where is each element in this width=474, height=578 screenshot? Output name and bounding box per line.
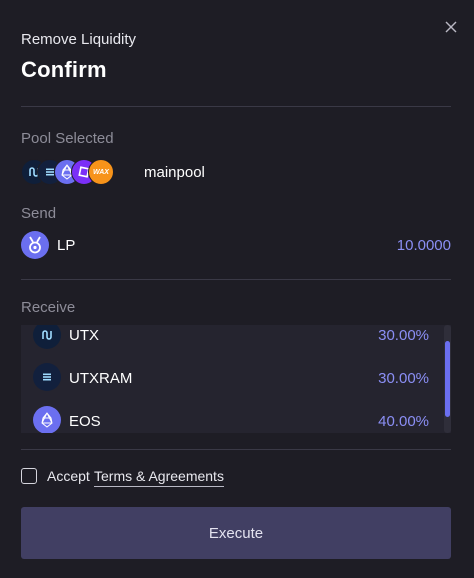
wax-logo-text: WAX bbox=[93, 168, 109, 176]
receive-token-percent: 30.00% bbox=[378, 327, 429, 344]
accept-label: Accept bbox=[47, 468, 90, 484]
receive-row-utx: UTX 30.00% bbox=[21, 325, 439, 357]
send-divider bbox=[21, 279, 451, 280]
send-token-name: LP bbox=[57, 237, 76, 254]
dialog-title: Confirm bbox=[21, 57, 107, 82]
scrollbar-thumb[interactable] bbox=[445, 341, 450, 417]
pool-name: mainpool bbox=[144, 164, 205, 181]
receive-token-percent: 40.00% bbox=[378, 413, 429, 430]
dialog-subtitle: Remove Liquidity bbox=[21, 31, 137, 48]
receive-token-name: EOS bbox=[69, 413, 101, 430]
remove-liquidity-dialog: Remove Liquidity Confirm Pool Selected W… bbox=[0, 0, 474, 578]
header-divider bbox=[21, 106, 451, 107]
receive-row-eos: EOS 40.00% bbox=[21, 399, 439, 433]
close-button[interactable] bbox=[440, 16, 462, 38]
receive-token-name: UTXRAM bbox=[69, 370, 133, 387]
terms-link[interactable]: Terms & Agreements bbox=[94, 468, 224, 487]
pool-selected-label: Pool Selected bbox=[21, 130, 114, 147]
receive-divider bbox=[21, 449, 451, 450]
send-label: Send bbox=[21, 205, 57, 222]
receive-token-name: UTX bbox=[69, 327, 99, 344]
execute-button[interactable]: Execute bbox=[21, 507, 451, 559]
eos-icon bbox=[33, 406, 61, 433]
close-icon bbox=[445, 21, 457, 33]
pool-token-icons: WAX bbox=[21, 159, 121, 185]
lp-token-icon bbox=[21, 231, 49, 259]
send-amount: 10.0000 bbox=[396, 237, 451, 254]
utx-icon bbox=[33, 325, 61, 349]
receive-list[interactable]: UTX 30.00% UTXRAM 30.00% EOS 40.00% bbox=[21, 325, 451, 433]
wax-icon: WAX bbox=[88, 159, 114, 185]
accept-terms-checkbox[interactable] bbox=[21, 468, 37, 484]
receive-token-percent: 30.00% bbox=[378, 370, 429, 387]
receive-label: Receive bbox=[21, 299, 76, 316]
receive-scrollbar[interactable] bbox=[444, 325, 451, 433]
utxram-icon bbox=[33, 363, 61, 391]
receive-row-utxram: UTXRAM 30.00% bbox=[21, 356, 439, 400]
